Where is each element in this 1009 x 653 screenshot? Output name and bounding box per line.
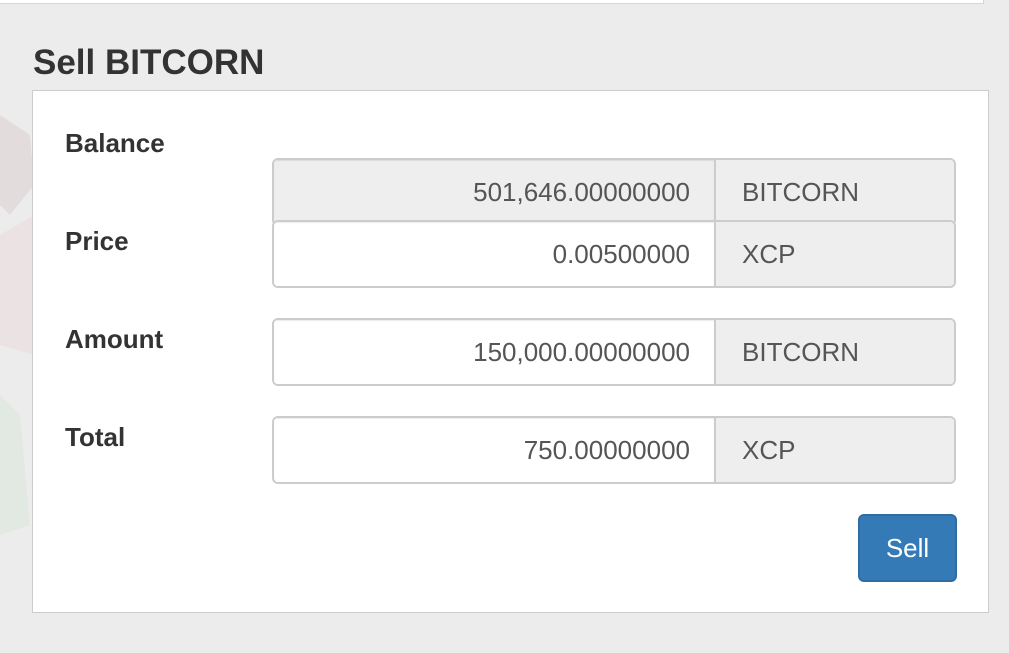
balance-input-group: BITCORN (272, 158, 956, 226)
amount-row: Amount BITCORN (33, 318, 988, 391)
balance-row: Balance BITCORN (33, 127, 988, 226)
background-artwork (0, 95, 34, 535)
price-row: Price XCP (33, 220, 988, 293)
price-field[interactable] (274, 222, 716, 286)
price-unit-addon: XCP (716, 222, 954, 286)
amount-input-group: BITCORN (272, 318, 956, 386)
total-field[interactable] (274, 418, 716, 482)
balance-unit-addon: BITCORN (716, 160, 954, 224)
total-unit-addon: XCP (716, 418, 954, 482)
total-row: Total XCP (33, 416, 988, 489)
amount-field[interactable] (274, 320, 716, 384)
price-input-group: XCP (272, 220, 956, 288)
total-label: Total (65, 422, 126, 452)
amount-unit-addon: BITCORN (716, 320, 954, 384)
sell-button[interactable]: Sell (858, 514, 957, 582)
sell-form-panel: Balance BITCORN Price XCP Amount BITCORN… (32, 90, 989, 613)
amount-label: Amount (65, 324, 164, 354)
balance-field (274, 160, 716, 224)
top-panel-edge (0, 0, 984, 4)
page-title: Sell BITCORN (33, 43, 265, 82)
total-input-group: XCP (272, 416, 956, 484)
price-label: Price (65, 226, 129, 256)
balance-label: Balance (65, 128, 165, 158)
